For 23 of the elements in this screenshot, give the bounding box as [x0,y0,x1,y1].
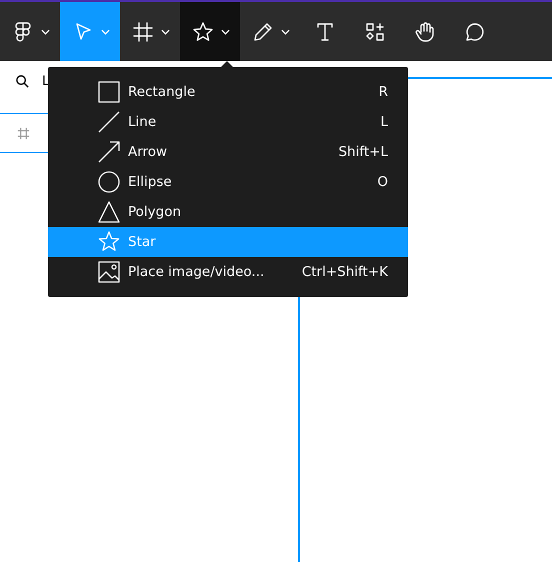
caret-icon [40,28,50,34]
menu-item[interactable]: Rectangle R [48,77,408,107]
frame-icon [16,126,31,140]
triangle-icon [98,201,120,223]
menu-item[interactable]: Arrow Shift+L [48,137,408,167]
search-icon [15,74,30,88]
arrow-icon [98,141,120,163]
caret-icon [100,28,110,34]
caret-icon [160,28,170,34]
star-icon [190,20,214,44]
caret-icon [280,28,290,34]
frame-icon [130,20,154,44]
menu-item[interactable]: Ellipse O [48,167,408,197]
caret-icon [220,28,230,34]
menu-item[interactable]: Place image/video... Ctrl+Shift+K [48,257,408,287]
image-icon [98,261,120,283]
square-icon [98,81,120,103]
circle-icon [98,171,120,193]
menu-item[interactable]: Polygon [48,197,408,227]
line-icon [98,111,120,133]
menu-item[interactable]: Line L [48,107,408,137]
star-icon [98,231,120,253]
star-tool-button[interactable] [180,2,240,61]
